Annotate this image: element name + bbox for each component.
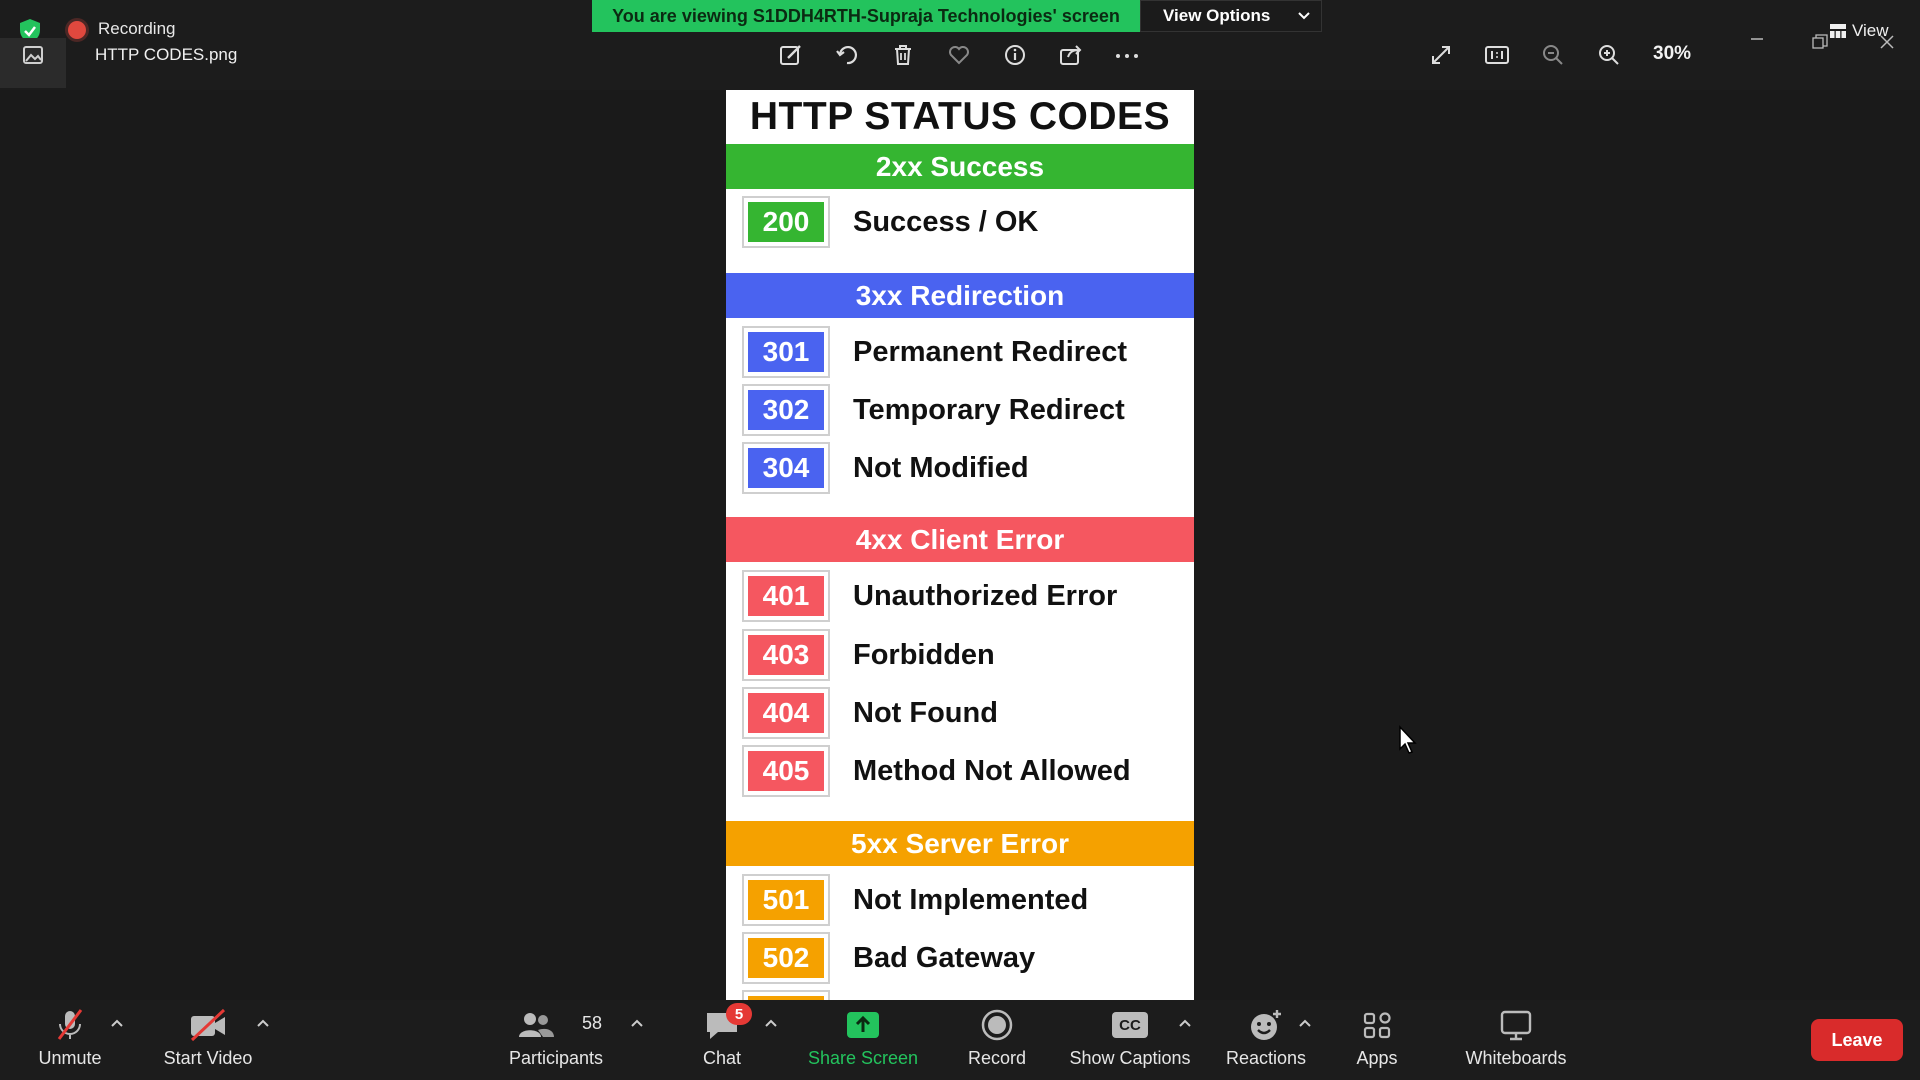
mouse-cursor-icon [1398,725,1418,755]
start-video-button[interactable]: Start Video [158,1008,258,1074]
actual-size-icon[interactable] [1484,42,1510,68]
zoom-out-icon[interactable] [1540,42,1566,68]
status-code: 405 [748,751,824,791]
status-label: Method Not Allowed [853,754,1131,787]
status-code: 302 [748,390,824,430]
unmute-button[interactable]: Unmute [30,1008,110,1074]
code-row: 501 Not Implemented [742,874,1088,926]
audio-options-chevron-icon[interactable] [110,1018,124,1028]
apps-button[interactable]: Apps [1342,1008,1412,1074]
whiteboards-button[interactable]: Whiteboards [1458,1008,1574,1074]
show-captions-label: Show Captions [1069,1048,1191,1068]
close-icon[interactable] [1878,33,1896,51]
chevron-down-icon [1298,12,1311,20]
code-row: 404 Not Found [742,687,998,739]
record-label: Record [967,1048,1027,1068]
chat-options-chevron-icon[interactable] [764,1018,778,1028]
share-screen-icon [843,1008,883,1042]
section-header-4xx: 4xx Client Error [726,517,1194,562]
status-label: Not Implemented [853,883,1089,916]
participants-options-chevron-icon[interactable] [630,1018,644,1028]
document-title: HTTP STATUS CODES [749,95,1171,138]
view-options-button[interactable]: View Options [1140,0,1322,32]
section-header-2xx: 2xx Success [726,144,1194,189]
recording-indicator-icon [68,21,86,39]
code-row: 403 Forbidden [742,629,995,681]
status-code: 501 [748,880,824,920]
status-code: 502 [748,938,824,978]
status-code: 404 [748,693,824,733]
reactions-label: Reactions [1225,1048,1307,1068]
share-icon[interactable] [1058,42,1084,68]
status-label: Temporary Redirect [853,393,1125,426]
status-label: Not Modified [853,451,1029,484]
grid-view-icon [1830,24,1846,38]
section-header-5xx: 5xx Server Error [726,821,1194,866]
code-row: 200 Success / OK [742,196,1038,248]
unmute-label: Unmute [38,1048,102,1068]
code-row: 301 Permanent Redirect [742,326,1127,378]
status-label: Bad Gateway [853,941,1036,974]
whiteboard-icon [1496,1008,1536,1042]
code-row: 401 Unauthorized Error [742,570,1117,622]
info-icon[interactable] [1002,42,1028,68]
chat-label: Chat [702,1048,742,1068]
leave-meeting-button[interactable]: Leave [1811,1019,1903,1061]
status-code: 401 [748,576,824,616]
whiteboards-label: Whiteboards [1465,1048,1567,1068]
microphone-muted-icon [50,1008,90,1042]
zoom-in-icon[interactable] [1596,42,1622,68]
start-video-label: Start Video [163,1048,253,1068]
fullscreen-icon[interactable] [1428,42,1454,68]
heart-icon[interactable] [946,42,972,68]
share-screen-label: Share Screen [807,1048,919,1068]
shared-image: HTTP STATUS CODES 2xx Success 200 Succes… [726,90,1194,1002]
status-label: Forbidden [853,638,995,671]
reactions-smiley-icon [1246,1008,1286,1042]
more-options-icon[interactable] [1114,42,1140,68]
record-button[interactable]: Record [954,1008,1040,1074]
apps-icon [1357,1008,1397,1042]
status-code: 200 [748,202,824,242]
minimize-icon[interactable] [1748,30,1766,48]
status-code: 301 [748,332,824,372]
rotate-icon[interactable] [834,42,860,68]
participants-label: Participants [508,1048,604,1068]
zoom-level[interactable]: 30% [1653,43,1691,65]
share-screen-button[interactable]: Share Screen [800,1008,926,1074]
show-captions-button[interactable]: CC Show Captions [1066,1008,1194,1074]
code-row: 304 Not Modified [742,442,1029,494]
video-off-icon [188,1008,228,1042]
restore-window-icon[interactable] [1812,34,1828,50]
status-label: Permanent Redirect [853,335,1127,368]
reactions-button[interactable]: Reactions [1222,1008,1310,1074]
chat-unread-badge: 5 [726,1003,752,1025]
code-row: 302 Temporary Redirect [742,384,1125,436]
status-code: 304 [748,448,824,488]
edit-image-icon[interactable] [778,42,804,68]
captions-options-chevron-icon[interactable] [1178,1018,1192,1028]
video-options-chevron-icon[interactable] [256,1018,270,1028]
code-row: 405 Method Not Allowed [742,745,1131,797]
status-label: Unauthorized Error [853,579,1118,612]
viewing-screen-banner: You are viewing S1DDH4RTH-Supraja Techno… [592,0,1140,32]
participant-count: 58 [582,1013,603,1033]
status-label: Success / OK [853,205,1039,238]
status-code: 403 [748,635,824,675]
trash-icon[interactable] [890,42,916,68]
image-thumbnail-icon[interactable] [22,44,44,66]
record-icon [977,1008,1017,1042]
code-row: 502 Bad Gateway [742,932,1035,984]
status-label: Not Found [853,696,998,729]
reactions-options-chevron-icon[interactable] [1298,1018,1312,1028]
section-header-3xx: 3xx Redirection [726,273,1194,318]
recording-label: Recording [98,19,176,38]
file-name: HTTP CODES.png [95,45,238,64]
view-options-label: View Options [1163,6,1271,25]
apps-label: Apps [1356,1048,1398,1068]
closed-captions-icon: CC [1110,1008,1150,1042]
